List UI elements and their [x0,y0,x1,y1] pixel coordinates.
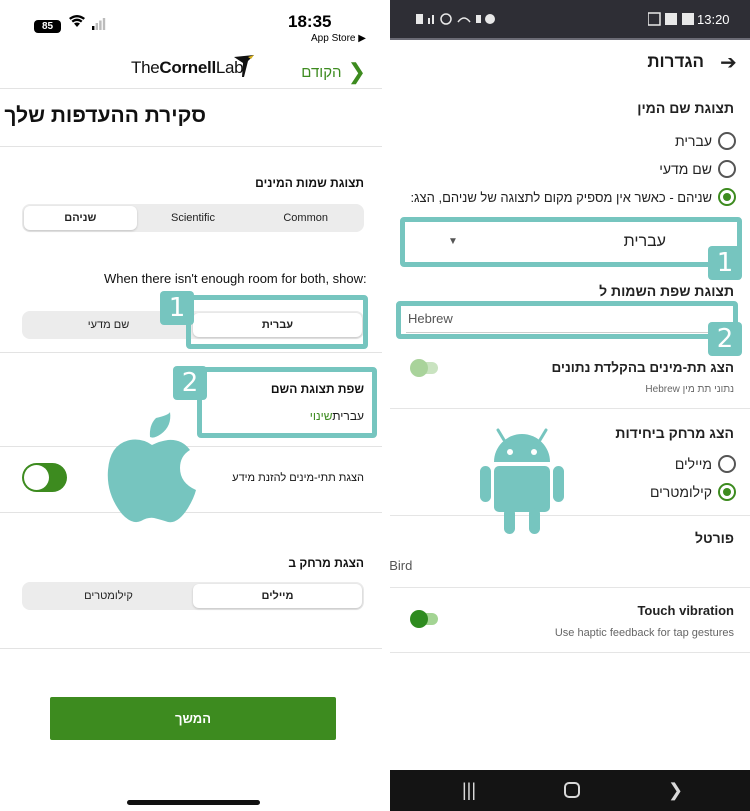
signal-icon [92,18,106,33]
badge-2-ios: 2 [173,366,207,400]
distance-segmented: קילומטרים מיילים [22,582,364,610]
page-title: סקירת ההעדפות שלך [4,104,206,127]
switch-thumb [410,359,428,377]
chevron-right-icon: ❯ [347,59,366,84]
back-to-app-store[interactable]: App Store ▶ [311,33,366,44]
status-time: 18:35 [288,12,332,31]
status-system-icons [647,12,694,29]
segment-common[interactable]: Common [249,206,362,230]
radio-selected-icon [718,483,736,501]
highlight-box-1-android [400,217,742,267]
badge-1-ios: 1 [160,291,194,325]
bird-logo-icon [232,53,256,84]
status-time: 13:20 [697,12,730,27]
divider [0,88,382,89]
back-button[interactable]: הקודם ❯ [301,57,366,84]
radio-icon [718,132,736,150]
subspecies-label: הצג תת-מינים בהקלדת נתונים [551,360,734,375]
radio-hebrew[interactable]: עברית [675,132,736,150]
fallback-text: When there isn't enough room for both, s… [104,271,367,286]
back-arrow-icon[interactable]: ➔ [720,50,737,75]
radio-icon [718,160,736,178]
divider [390,587,750,588]
touch-vibration-sublabel: Use haptic feedback for tap gestures [554,627,734,639]
divider [390,652,750,653]
segment-miles[interactable]: מיילים [193,584,362,608]
home-indicator[interactable] [127,800,260,805]
wifi-icon [68,14,86,33]
highlight-box-2-android [396,301,738,339]
back-icon[interactable]: ❯ [668,780,683,801]
battery-indicator: 85 [34,20,61,33]
segment-kilometers[interactable]: קילומטרים [24,584,193,608]
species-display-label: תצוגת שמות המינים [255,176,364,190]
android-screen: 13:20 ➔ הגדרות תצוגת שם המין עברית שם מד… [390,0,750,811]
continue-button[interactable]: המשך [50,697,336,740]
home-icon[interactable] [564,782,580,798]
android-robot-icon [476,426,568,541]
divider [390,515,750,516]
radio-kilometers[interactable]: קילומטרים [650,483,736,501]
touch-vibration-switch[interactable] [410,610,438,628]
radio-scientific[interactable]: שם מדעי [659,160,736,178]
divider [0,648,382,649]
touch-vibration-label: Touch vibration [637,603,734,618]
status-notification-icons [416,12,496,29]
portal-value[interactable]: eBird [390,558,412,573]
highlight-box-1-ios [186,295,368,349]
radio-both[interactable]: שניהם - כאשר אין מספיק מקום לתצוגה של שנ… [410,188,736,206]
badge-1-android: 1 [708,246,742,280]
distance-label: הצג מרחק ביחידות [615,425,734,441]
subspecies-toggle[interactable] [22,463,67,492]
species-display-label: תצוגת שם המין [637,100,734,116]
cornell-lab-logo: TheCornellLab [131,58,244,77]
name-language-label: תצוגת שפת השמות ל [599,283,734,299]
radio-miles[interactable]: מיילים [675,455,736,473]
panel-gap [382,0,390,811]
highlight-box-2-ios [197,367,377,438]
subspecies-label: הצגת תתי-מינים להזנת מידע [232,472,364,484]
radio-selected-icon [718,188,736,206]
recent-apps-icon[interactable]: ||| [462,780,476,801]
divider [0,352,382,353]
toggle-knob [24,465,49,490]
distance-label: הצגת מרחק ב [288,556,364,570]
divider [0,146,382,147]
radio-icon [718,455,736,473]
portal-label: פורטל [694,530,734,546]
segment-scientific[interactable]: Scientific [137,206,250,230]
segment-both[interactable]: שניהם [24,206,137,230]
switch-thumb [410,610,428,628]
subspecies-sublabel: נתוני תת מין Hebrew [645,384,734,395]
species-display-segmented: שניהם Scientific Common [22,204,364,232]
badge-2-android: 2 [708,322,742,356]
android-nav-bar: ||| ❯ [390,770,750,811]
divider [390,408,750,409]
page-title: הגדרות [647,52,704,71]
apple-logo-icon [106,412,198,529]
subspecies-switch[interactable] [410,359,438,377]
